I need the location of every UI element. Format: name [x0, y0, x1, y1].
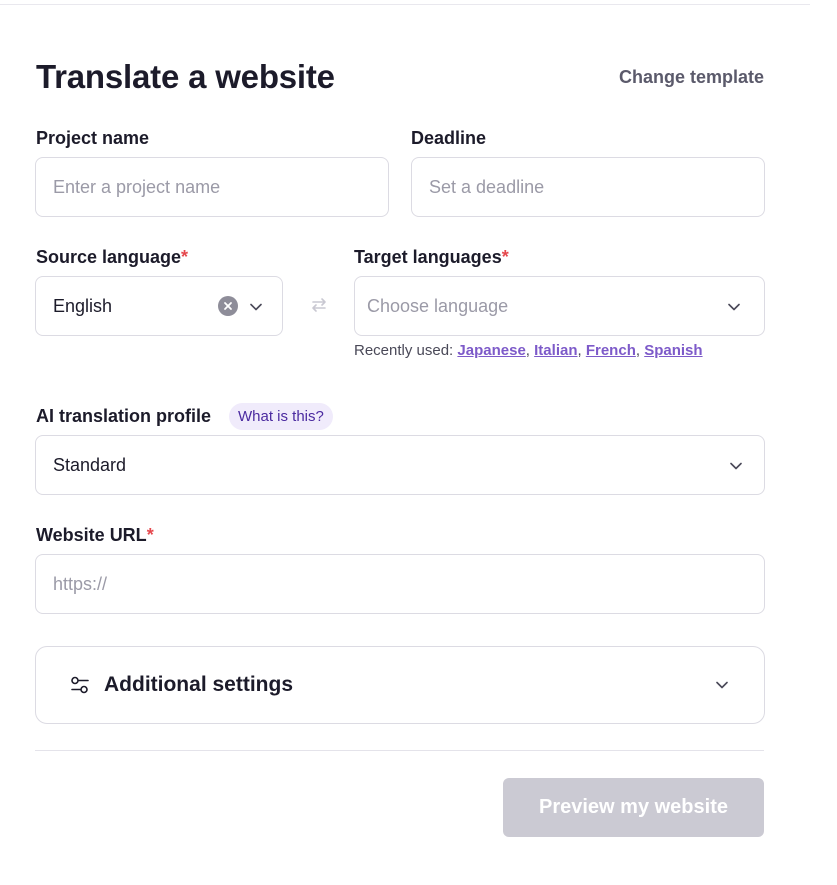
required-mark: * [146, 525, 154, 545]
page-title: Translate a website [36, 58, 335, 95]
source-language-value: English [53, 295, 113, 316]
recently-used-languages: Recently used: Japanese, Italian, French… [354, 342, 703, 359]
footer-divider [35, 750, 764, 751]
project-name-field[interactable] [35, 157, 389, 217]
deadline-input[interactable] [412, 176, 764, 198]
target-languages-placeholder: Choose language [367, 295, 509, 316]
chevron-down-icon[interactable] [250, 301, 262, 313]
website-url-label-text: Website URL [36, 525, 147, 545]
separator: , [635, 342, 641, 359]
chevron-down-icon[interactable] [716, 679, 728, 691]
recent-language-japanese[interactable]: Japanese [457, 342, 525, 359]
ai-profile-select[interactable]: Standard [35, 435, 765, 495]
source-language-select[interactable]: English [35, 276, 283, 336]
required-mark: * [501, 247, 509, 267]
additional-settings-label: Additional settings [104, 673, 293, 696]
target-languages-label: Target languages* [354, 247, 509, 268]
chevron-down-icon[interactable] [728, 301, 740, 313]
project-name-label: Project name [36, 128, 150, 148]
sliders-icon [69, 674, 91, 696]
deadline-label: Deadline [411, 128, 487, 148]
recent-language-french[interactable]: French [586, 342, 636, 359]
additional-settings-accordion[interactable]: Additional settings [35, 646, 765, 724]
recently-used-label: Recently used: [354, 342, 454, 359]
clear-circle-icon[interactable] [218, 296, 238, 316]
website-url-input[interactable] [36, 573, 764, 595]
chevron-down-icon[interactable] [730, 460, 742, 472]
top-divider [0, 4, 810, 5]
deadline-field[interactable] [411, 157, 765, 217]
target-languages-select[interactable]: Choose language [354, 276, 765, 336]
what-is-this-badge[interactable]: What is this? [229, 403, 333, 430]
source-language-label: Source language* [36, 247, 188, 268]
ai-profile-value: Standard [53, 454, 127, 475]
target-languages-label-text: Target languages [354, 247, 502, 267]
website-url-label: Website URL* [36, 525, 154, 546]
swap-arrows-icon[interactable] [309, 295, 329, 315]
ai-profile-label: AI translation profile [36, 406, 212, 426]
source-language-label-text: Source language [36, 247, 182, 267]
website-url-field[interactable] [35, 554, 765, 614]
project-name-input[interactable] [36, 176, 388, 198]
required-mark: * [181, 247, 189, 267]
separator: , [577, 342, 582, 359]
change-template-link[interactable]: Change template [619, 67, 764, 88]
preview-website-button[interactable]: Preview my website [503, 778, 764, 837]
recent-language-italian[interactable]: Italian [534, 342, 577, 359]
separator: , [525, 342, 530, 359]
recent-language-spanish[interactable]: Spanish [644, 342, 702, 359]
